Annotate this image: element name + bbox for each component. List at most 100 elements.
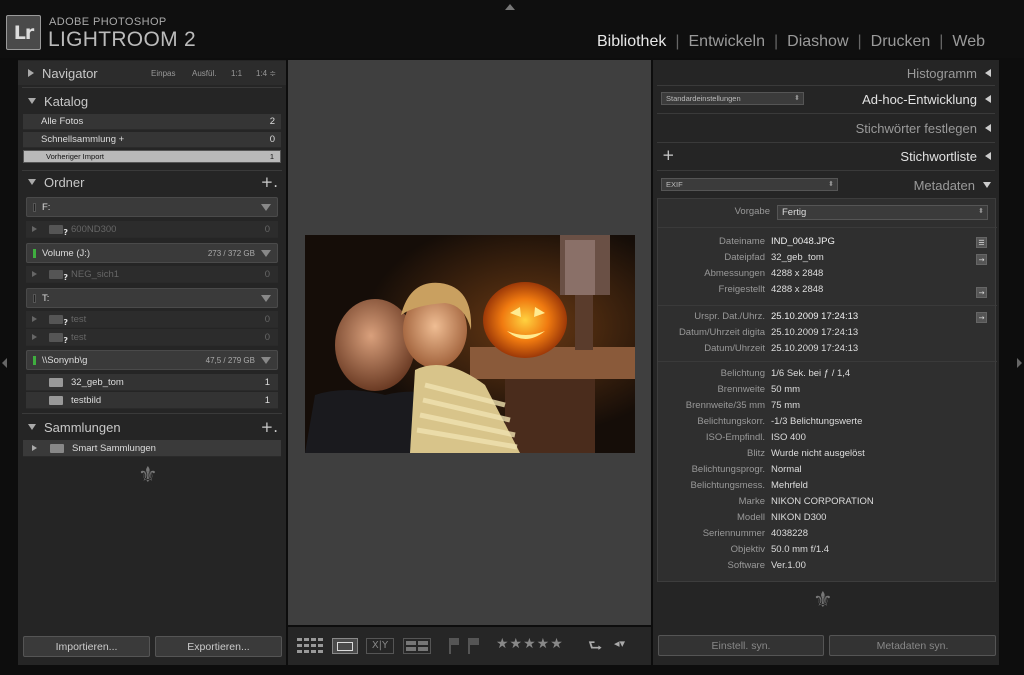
add-folder-icon[interactable]: +. (261, 173, 278, 191)
updown-icon: ⬍ (828, 180, 834, 188)
catalog-header[interactable]: Katalog (18, 89, 286, 113)
histogram-header[interactable]: Histogramm (653, 60, 999, 86)
catalog-item-all-photos[interactable]: Alle Fotos 2 (23, 114, 281, 130)
metadata-value[interactable]: 75 mm (771, 400, 800, 411)
folder-expand-icon[interactable] (32, 334, 37, 340)
metadata-value[interactable]: NIKON D300 (771, 512, 826, 523)
metadata-value[interactable]: 50.0 mm f/1.4 (771, 544, 829, 555)
module-drucken[interactable]: Drucken (862, 33, 940, 51)
rating-stars[interactable]: ★★★★★ (496, 636, 564, 652)
volume-t[interactable]: T: (26, 288, 278, 308)
main-photo[interactable] (305, 235, 635, 453)
folder-expand-icon[interactable] (32, 271, 37, 277)
right-panel-toggle-icon[interactable] (1017, 358, 1022, 368)
navigate-arrows-icon[interactable]: ◂▾ (614, 637, 625, 653)
volume-status-icon (33, 248, 36, 258)
rotate-icon[interactable]: ⮑ (588, 635, 602, 655)
metadata-value[interactable]: ISO 400 (771, 432, 806, 443)
metadata-header[interactable]: EXIF ⬍ Metadaten (653, 172, 999, 198)
develop-preset-select[interactable]: Standardeinstellungen ⬍ (661, 92, 804, 105)
edit-capture-time-icon[interactable]: → (976, 312, 987, 323)
metadata-value[interactable]: IND_0048.JPG (771, 236, 835, 247)
volume-f[interactable]: F: (26, 197, 278, 217)
flag-pick-icon[interactable] (449, 638, 459, 654)
metadata-value[interactable]: 1/6 Sek. bei ƒ / 1,4 (771, 368, 850, 379)
metadata-row: Belichtungskorr. -1/3 Belichtungswerte (658, 416, 997, 432)
volume-sonynb[interactable]: \\Sonynb\g 47,5 / 279 GB (26, 350, 278, 370)
export-button[interactable]: Exportieren... (155, 636, 282, 657)
folder-name: test (71, 313, 87, 325)
volume-j[interactable]: Volume (J:) 273 / 372 GB (26, 243, 278, 263)
module-bibliothek[interactable]: Bibliothek (588, 33, 675, 51)
metadata-value[interactable]: 32_geb_tom (771, 252, 824, 263)
metadata-preset-select[interactable]: Fertig ⬍ (777, 205, 988, 220)
volume-expand-icon[interactable] (261, 249, 271, 257)
import-button[interactable]: Importieren... (23, 636, 150, 657)
folders-header[interactable]: Ordner +. (18, 170, 286, 194)
expand-icon[interactable] (32, 445, 37, 451)
volume-expand-icon[interactable] (261, 356, 271, 364)
folders-title: Ordner (44, 174, 85, 190)
metadata-value[interactable]: 25.10.2009 17:24:13 (771, 311, 858, 322)
metadata-value[interactable]: 4038228 (771, 528, 808, 539)
add-keyword-icon[interactable]: + (662, 146, 675, 164)
grid-view-icon[interactable] (297, 638, 323, 654)
keywording-header[interactable]: Stichwörter festlegen (653, 115, 999, 141)
keyword-list-header[interactable]: + Stichwortliste (653, 143, 999, 169)
metadata-value[interactable]: Normal (771, 464, 802, 475)
smart-collections-item[interactable]: Smart Sammlungen (23, 440, 281, 457)
quick-develop-header[interactable]: Standardeinstellungen ⬍ Ad-hoc-Entwicklu… (653, 86, 999, 112)
navigator-header[interactable]: Navigator Einpas Ausfül. 1:1 1:4 ≑ (18, 61, 286, 85)
folder-count: 0 (264, 223, 270, 235)
metadata-value[interactable]: Wurde nicht ausgelöst (771, 448, 865, 459)
survey-view-icon[interactable] (403, 638, 431, 654)
folder-icon: ? (49, 332, 68, 345)
metadata-value[interactable]: Ver.1.00 (771, 560, 806, 571)
metadata-value[interactable]: 4288 x 2848 (771, 268, 823, 279)
metadata-value[interactable]: 25.10.2009 17:24:13 (771, 327, 858, 338)
flag-reject-icon[interactable] (468, 638, 480, 654)
nav-fit-option[interactable]: Einpas (151, 69, 175, 78)
updown-icon: ⬍ (978, 207, 984, 215)
folder-testbild[interactable]: testbild 1 (26, 392, 278, 409)
nav-1to1-option[interactable]: 1:1 (231, 69, 242, 78)
sync-settings-button[interactable]: Einstell. syn. (658, 635, 824, 656)
metadata-value[interactable]: 4288 x 2848 (771, 284, 823, 295)
sync-metadata-button[interactable]: Metadaten syn. (829, 635, 996, 656)
folder-expand-icon[interactable] (32, 226, 37, 232)
folder-expand-icon[interactable] (32, 316, 37, 322)
metadata-value[interactable]: -1/3 Belichtungswerte (771, 416, 862, 427)
metadata-mode-select[interactable]: EXIF ⬍ (661, 178, 838, 191)
module-entwickeln[interactable]: Entwickeln (680, 33, 774, 51)
folder-32-geb-tom[interactable]: 32_geb_tom 1 (26, 374, 278, 391)
metadata-key: Urspr. Dat./Uhrz. (694, 311, 765, 322)
nav-fill-option[interactable]: Ausfül. (192, 69, 216, 78)
collections-header[interactable]: Sammlungen +. (18, 415, 286, 439)
volume-status-icon (33, 355, 36, 365)
metadata-value[interactable]: 25.10.2009 17:24:13 (771, 343, 858, 354)
volume-expand-icon[interactable] (261, 203, 271, 211)
folder-neg-sich1[interactable]: ? NEG_sich1 0 (26, 266, 278, 283)
module-web[interactable]: Web (943, 33, 994, 51)
volume-expand-icon[interactable] (261, 294, 271, 302)
collapse-icon (28, 424, 36, 430)
loupe-view-icon[interactable] (332, 638, 358, 654)
metadata-value[interactable]: 50 mm (771, 384, 800, 395)
list-icon[interactable]: ☰ (976, 237, 987, 248)
folder-test[interactable]: ? test 0 (26, 329, 278, 346)
folder-test[interactable]: ? test 0 (26, 311, 278, 328)
compare-view-icon[interactable]: X|Y (366, 638, 394, 654)
module-diashow[interactable]: Diashow (778, 33, 857, 51)
add-collection-icon[interactable]: +. (261, 418, 278, 436)
metadata-value[interactable]: NIKON CORPORATION (771, 496, 874, 507)
folder-600nd300[interactable]: ? 600ND300 0 (26, 221, 278, 238)
goto-folder-icon[interactable]: → (976, 254, 987, 265)
catalog-item-quick-collection[interactable]: Schnellsammlung + 0 (23, 132, 281, 148)
metadata-value[interactable]: Mehrfeld (771, 480, 808, 491)
metadata-key: Modell (737, 512, 765, 523)
catalog-item-previous-import[interactable]: Vorheriger Import 1 (23, 150, 281, 163)
goto-crop-icon[interactable]: → (976, 287, 987, 298)
top-panel-toggle-icon[interactable] (505, 4, 515, 10)
nav-1to4-option[interactable]: 1:4 ≑ (256, 69, 276, 78)
left-panel-toggle-icon[interactable] (2, 358, 7, 368)
